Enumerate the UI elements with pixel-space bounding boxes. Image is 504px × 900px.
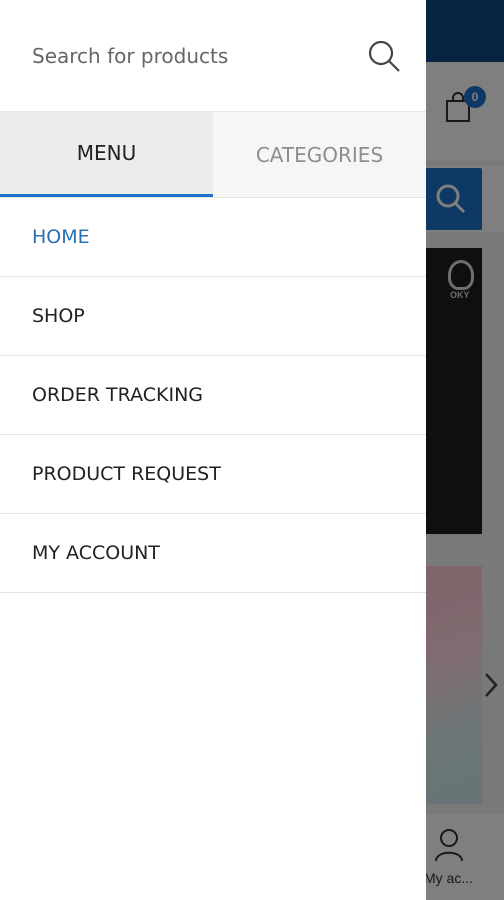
- drawer-search-bar: [0, 0, 426, 112]
- tab-menu[interactable]: MENU: [0, 112, 213, 197]
- search-input[interactable]: [32, 38, 342, 74]
- drawer-tabs: MENU CATEGORIES: [0, 112, 426, 198]
- menu-item-shop[interactable]: SHOP: [0, 277, 426, 356]
- menu-item-product-request[interactable]: PRODUCT REQUEST: [0, 435, 426, 514]
- mobile-nav-drawer: MENU CATEGORIES HOME SHOP ORDER TRACKING…: [0, 0, 426, 900]
- menu-item-home[interactable]: HOME: [0, 198, 426, 277]
- tab-categories[interactable]: CATEGORIES: [213, 112, 426, 197]
- search-icon[interactable]: [366, 38, 402, 74]
- drawer-menu-list: HOME SHOP ORDER TRACKING PRODUCT REQUEST…: [0, 198, 426, 593]
- menu-item-order-tracking[interactable]: ORDER TRACKING: [0, 356, 426, 435]
- menu-item-my-account[interactable]: MY ACCOUNT: [0, 514, 426, 593]
